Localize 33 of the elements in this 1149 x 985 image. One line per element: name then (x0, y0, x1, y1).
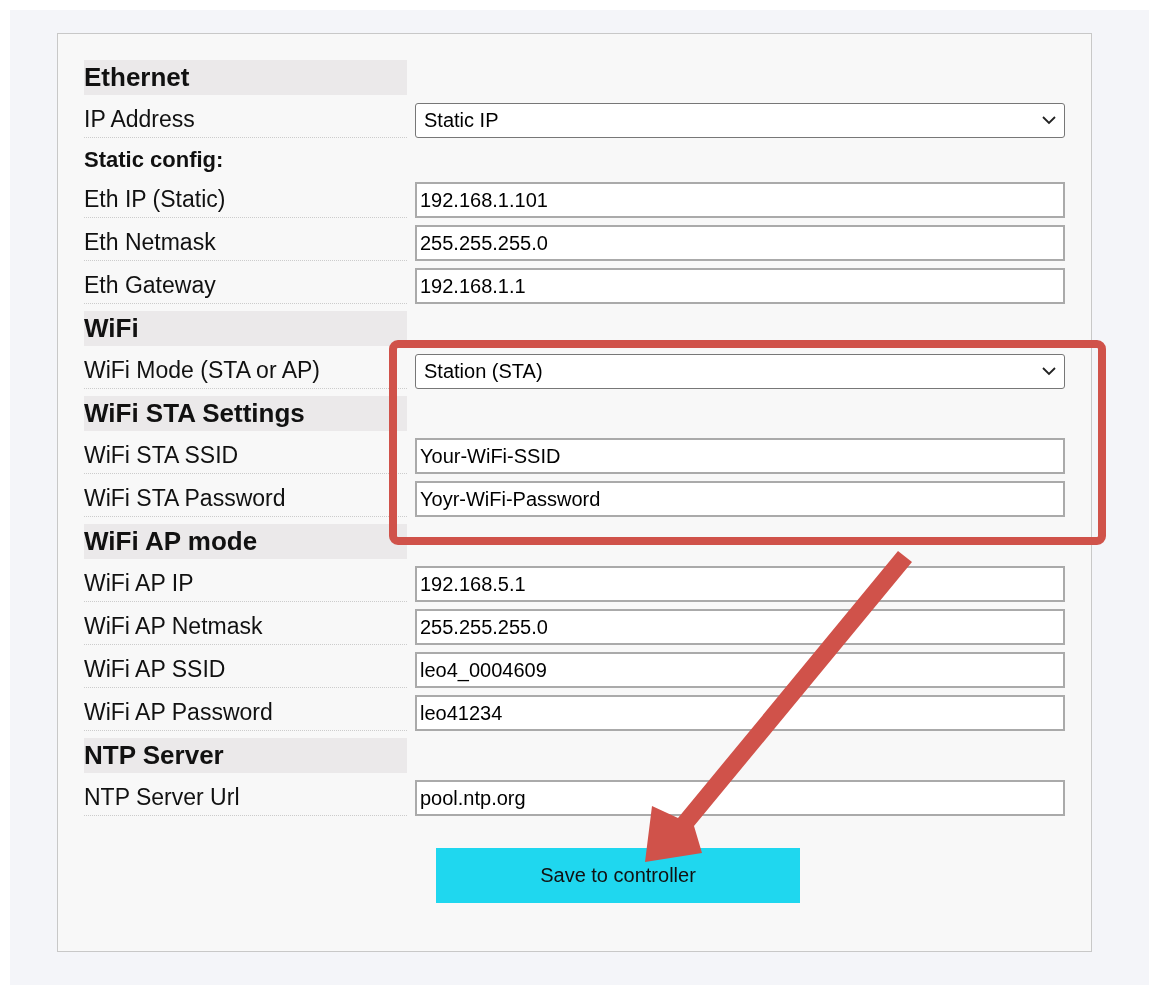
field-label: WiFi Mode (STA or AP) (84, 353, 407, 389)
text-field[interactable]: Yoyr-WiFi-Password (415, 481, 1065, 517)
field-label: NTP Server Url (84, 780, 407, 816)
subsection-heading: Static config: (84, 146, 224, 174)
field-label: WiFi AP SSID (84, 652, 407, 688)
text-field[interactable]: pool.ntp.org (415, 780, 1065, 816)
section-heading: Ethernet (84, 60, 407, 95)
text-field[interactable]: leo41234 (415, 695, 1065, 731)
section-heading: WiFi (84, 311, 407, 346)
dropdown[interactable]: Station (STA) (415, 353, 1065, 389)
text-field[interactable]: 192.168.1.101 (415, 182, 1065, 218)
field-label: WiFi STA Password (84, 481, 407, 517)
field-label: WiFi AP Password (84, 695, 407, 731)
field-label: Eth Netmask (84, 225, 407, 261)
text-field[interactable]: 192.168.5.1 (415, 566, 1065, 602)
text-field[interactable]: leo4_0004609 (415, 652, 1065, 688)
field-label: WiFi STA SSID (84, 438, 407, 474)
chevron-down-icon (1042, 115, 1056, 125)
text-field[interactable]: 255.255.255.0 (415, 609, 1065, 645)
field-label: WiFi AP Netmask (84, 609, 407, 645)
text-field[interactable]: 255.255.255.0 (415, 225, 1065, 261)
field-label: IP Address (84, 102, 407, 138)
text-field[interactable]: Your-WiFi-SSID (415, 438, 1065, 474)
save-button[interactable]: Save to controller (436, 848, 800, 903)
field-label: WiFi AP IP (84, 566, 407, 602)
chevron-down-icon (1042, 366, 1056, 376)
section-heading: NTP Server (84, 738, 407, 773)
dropdown[interactable]: Static IP (415, 102, 1065, 138)
field-label: Eth Gateway (84, 268, 407, 304)
field-label: Eth IP (Static) (84, 182, 407, 218)
text-field[interactable]: 192.168.1.1 (415, 268, 1065, 304)
section-heading: WiFi AP mode (84, 524, 407, 559)
section-heading: WiFi STA Settings (84, 396, 407, 431)
